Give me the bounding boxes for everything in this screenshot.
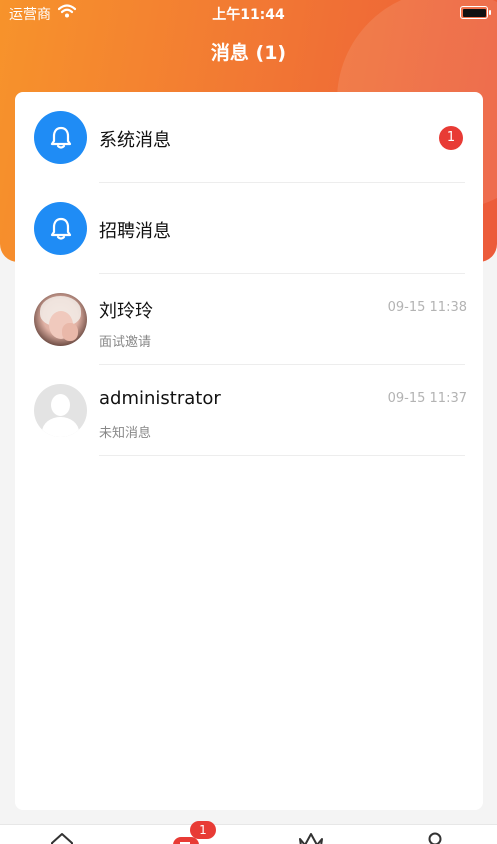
home-icon[interactable]	[49, 831, 79, 844]
message-time: 09-15 11:37	[387, 391, 467, 406]
avatar	[34, 293, 87, 346]
message-item-recruitment[interactable]: 招聘消息	[15, 183, 483, 274]
default-avatar-icon	[34, 384, 87, 437]
divider	[99, 455, 465, 456]
message-title: 招聘消息	[99, 221, 171, 242]
tab-bar: 1	[0, 821, 497, 844]
message-preview: 面试邀请	[99, 335, 152, 350]
status-time: 上午11:44	[212, 7, 285, 23]
message-list: 系统消息 1 招聘消息 刘玲玲 09-15 11:38 面试邀请 adminis…	[15, 92, 483, 810]
user-icon[interactable]	[422, 831, 452, 844]
crown-icon[interactable]	[298, 831, 328, 844]
message-item-chat[interactable]: 刘玲玲 09-15 11:38 面试邀请	[15, 274, 483, 365]
unread-badge: 1	[439, 126, 463, 150]
bell-icon	[34, 111, 87, 164]
sender-name: 刘玲玲	[99, 301, 153, 322]
battery-icon	[460, 6, 491, 19]
bell-icon	[34, 202, 87, 255]
tab-badge: 1	[190, 821, 216, 839]
message-preview: 未知消息	[99, 426, 152, 441]
page-title: 消息 (1)	[210, 42, 287, 64]
message-item-chat[interactable]: administrator 09-15 11:37 未知消息	[15, 365, 483, 456]
message-title: 系统消息	[99, 130, 171, 151]
sender-name: administrator	[99, 388, 221, 409]
message-time: 09-15 11:38	[387, 300, 467, 315]
status-bar: 运营商 上午11:44	[0, 0, 497, 26]
message-item-system[interactable]: 系统消息 1	[15, 92, 483, 183]
